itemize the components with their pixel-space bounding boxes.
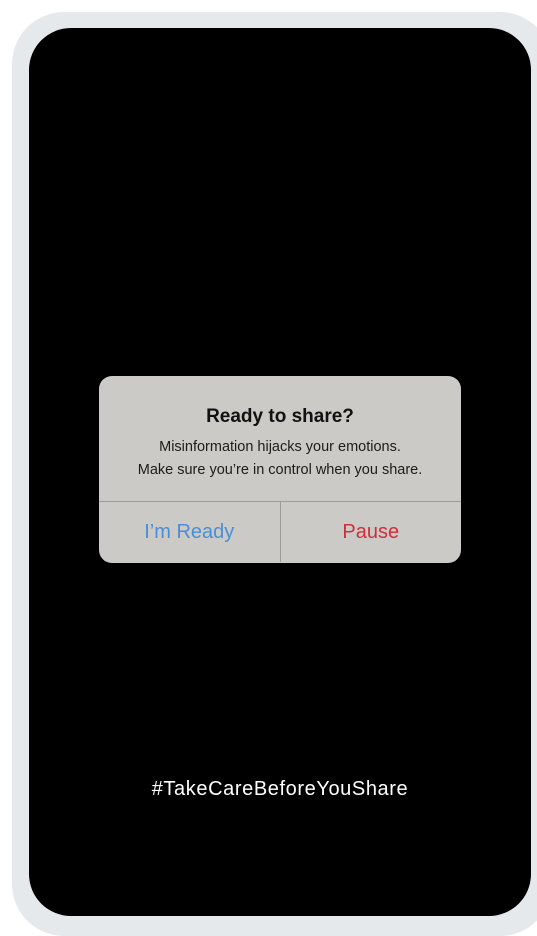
alert-message: Misinformation hijacks your emotions. Ma… (99, 436, 461, 482)
hashtag-text: #TakeCareBeforeYouShare (151, 778, 409, 800)
phone-screen: Ready to share? Misinformation hijacks y… (29, 28, 531, 916)
pause-button[interactable]: Pause (281, 502, 462, 562)
share-alert-dialog: Ready to share? Misinformation hijacks y… (99, 376, 461, 563)
alert-button-row: I’m Ready Pause (99, 502, 461, 562)
alert-title: Ready to share? (206, 406, 354, 427)
alert-message-line-1: Misinformation hijacks your emotions. (159, 439, 401, 455)
alert-message-line-2: Make sure you’re in control when you sha… (137, 462, 423, 478)
im-ready-button[interactable]: I’m Ready (99, 502, 281, 562)
alert-body: Ready to share? Misinformation hijacks y… (99, 376, 461, 502)
